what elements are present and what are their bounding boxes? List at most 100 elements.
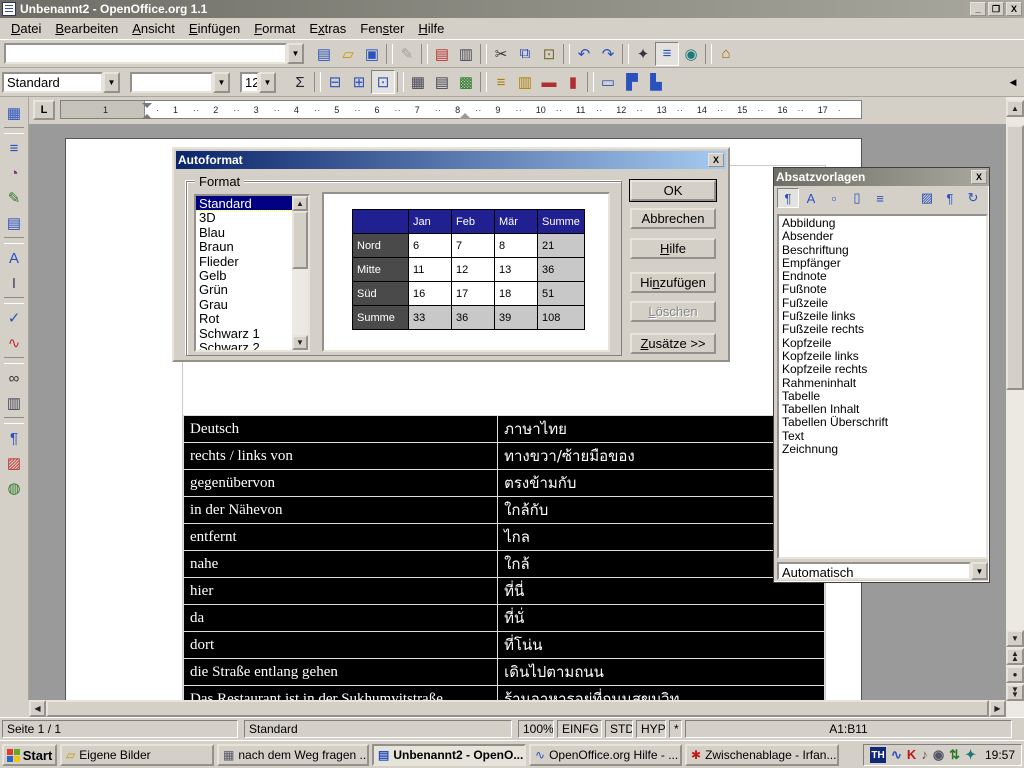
direct-cursor-button[interactable]: I — [2, 271, 26, 295]
status-hyperlink-mode[interactable]: HYP — [636, 720, 666, 738]
url-input[interactable] — [4, 43, 287, 64]
save-button[interactable]: ▣ — [360, 42, 384, 66]
more-button[interactable]: Zusätze >> — [630, 333, 716, 354]
paragraph-styles-button[interactable]: ¶ — [777, 188, 799, 208]
graphics-on-off-button[interactable]: ▨ — [2, 451, 26, 475]
style-item[interactable]: Abbildung — [779, 216, 986, 229]
german-cell[interactable]: Deutsch — [184, 416, 498, 443]
stylist-close-button[interactable]: X — [971, 170, 987, 184]
split-table-button[interactable]: ▙ — [644, 70, 668, 94]
vscroll-thumb[interactable] — [1006, 125, 1024, 390]
style-value[interactable]: Standard — [2, 72, 103, 93]
irfanview-tray-icon[interactable]: K — [907, 747, 916, 763]
restore-button[interactable]: ❐ — [988, 2, 1004, 16]
insert-fields-button[interactable]: ≡ — [2, 136, 26, 160]
next-page-icon[interactable]: ▼▼ — [1006, 684, 1024, 701]
split-cells-button[interactable]: ⊞ — [347, 70, 371, 94]
status-zoom[interactable]: 100% — [518, 720, 554, 738]
insert-object-button[interactable]: ◔ — [2, 161, 26, 185]
format-item[interactable]: 3D — [196, 210, 292, 224]
style-item[interactable]: Zeichnung — [779, 442, 986, 455]
form-functions-button[interactable]: ▤ — [2, 211, 26, 235]
format-item[interactable]: Blau — [196, 225, 292, 239]
style-list[interactable]: AbbildungAbsenderBeschriftungEmpfängerEn… — [777, 214, 988, 559]
toolbar-collapse-button[interactable]: ◀ — [1004, 71, 1022, 93]
style-item[interactable]: Empfänger — [779, 256, 986, 269]
format-item[interactable]: Gelb — [196, 268, 292, 282]
format-list-scrollbar[interactable]: ▲ ▼ — [292, 196, 308, 350]
style-item[interactable]: Absender — [779, 229, 986, 242]
export-pdf-button[interactable]: ▤ — [430, 42, 454, 66]
cut-button[interactable]: ✂ — [489, 42, 513, 66]
style-dropdown-icon[interactable]: ▼ — [103, 72, 120, 93]
format-item[interactable]: Grau — [196, 297, 292, 311]
german-cell[interactable]: rechts / links von — [184, 443, 498, 470]
style-item[interactable]: Beschriftung — [779, 243, 986, 256]
page-styles-button[interactable]: ▯ — [846, 188, 868, 208]
font-combobox[interactable]: ▼ — [130, 72, 230, 93]
format-item[interactable]: Flieder — [196, 254, 292, 268]
thai-cell[interactable]: เดินไปตามถนน — [498, 659, 825, 686]
minimize-button[interactable]: _ — [970, 2, 986, 16]
delete-row-button[interactable]: ▬ — [537, 70, 561, 94]
scroll-up-icon[interactable]: ▲ — [1006, 100, 1024, 117]
ok-button[interactable]: OK — [630, 180, 716, 201]
updates-icon[interactable]: ⇅ — [949, 747, 960, 763]
style-item[interactable]: Endnote — [779, 269, 986, 282]
close-button[interactable]: X — [1006, 2, 1022, 16]
style-item[interactable]: Kopfzeile rechts — [779, 362, 986, 375]
taskbar-button[interactable]: ∿OpenOffice.org Hilfe - ... — [529, 744, 682, 766]
german-cell[interactable]: entfernt — [184, 524, 498, 551]
style-item[interactable]: Fußzeile rechts — [779, 322, 986, 335]
dialog-close-button[interactable]: X — [708, 153, 724, 167]
scroll-left-icon[interactable]: ◀ — [29, 700, 46, 717]
format-listbox[interactable]: Standard3DBlauBraunFliederGelbGrünGrauRo… — [194, 194, 310, 352]
fontsize-value[interactable]: 12 — [240, 72, 259, 93]
borders-button[interactable]: ▦ — [406, 70, 430, 94]
find-replace-button[interactable]: ∞ — [2, 366, 26, 390]
style-item[interactable]: Text — [779, 429, 986, 442]
german-cell[interactable]: hier — [184, 578, 498, 605]
format-item[interactable]: Standard — [196, 196, 292, 210]
style-item[interactable]: Fußzeile — [779, 296, 986, 309]
german-cell[interactable]: nahe — [184, 551, 498, 578]
menu-datei[interactable]: Datei — [4, 18, 48, 39]
online-layout-button[interactable]: ◍ — [2, 476, 26, 500]
list-scroll-thumb[interactable] — [292, 211, 308, 269]
taskbar-button[interactable]: ✱Zwischenablage - Irfan... — [685, 744, 839, 766]
navigation-dot-icon[interactable]: ● — [1006, 666, 1024, 683]
style-item[interactable]: Kopfzeile — [779, 336, 986, 349]
tab-type-selector[interactable]: L — [33, 100, 55, 120]
menu-format[interactable]: Format — [247, 18, 302, 39]
url-dropdown-icon[interactable]: ▼ — [287, 43, 304, 64]
status-insert-mode[interactable]: EINFG — [557, 720, 602, 738]
optimize-width-button[interactable]: ⊡ — [371, 70, 395, 94]
style-item[interactable]: Rahmeninhalt — [779, 376, 986, 389]
menu-ansicht[interactable]: Ansicht — [125, 18, 182, 39]
style-item[interactable]: Kopfzeile links — [779, 349, 986, 362]
taskbar-button[interactable]: ▦nach dem Weg fragen ... — [217, 744, 369, 766]
table-border-marker[interactable] — [459, 107, 471, 119]
style-filter-combobox[interactable]: Automatisch ▼ — [777, 562, 988, 580]
draw-functions-button[interactable]: ✎ — [2, 186, 26, 210]
numbering-styles-button[interactable]: ≡ — [869, 188, 891, 208]
background-color-button[interactable]: ▩ — [454, 70, 478, 94]
update-style-button[interactable]: ↻ — [962, 188, 984, 208]
style-item[interactable]: Tabelle — [779, 389, 986, 402]
navigator-button[interactable]: ✦ — [631, 42, 655, 66]
volume-icon[interactable]: ♪ — [921, 747, 928, 763]
thai-cell[interactable]: ที่โน่น — [498, 632, 825, 659]
format-item[interactable]: Rot — [196, 311, 292, 325]
horizontal-scrollbar[interactable]: ◀ ▶ — [29, 700, 1006, 717]
delete-column-button[interactable]: ▮ — [561, 70, 585, 94]
thai-cell[interactable]: ร้านอาหารอยู่ที่ถนนสุขุมวิท — [498, 686, 825, 701]
hyperlink-dialog-button[interactable]: ◉ — [679, 42, 703, 66]
menu-extras[interactable]: Extras — [302, 18, 353, 39]
format-item[interactable]: Schwarz 1 — [196, 326, 292, 340]
start-button[interactable]: Start — [2, 744, 57, 766]
list-scroll-up-icon[interactable]: ▲ — [292, 196, 308, 211]
style-filter-value[interactable]: Automatisch — [777, 562, 971, 580]
taskbar-button[interactable]: ▤Unbenannt2 - OpenO... — [372, 744, 526, 766]
quickstarter-icon[interactable]: ∿ — [891, 747, 902, 763]
german-cell[interactable]: die Straße entlang gehen — [184, 659, 498, 686]
